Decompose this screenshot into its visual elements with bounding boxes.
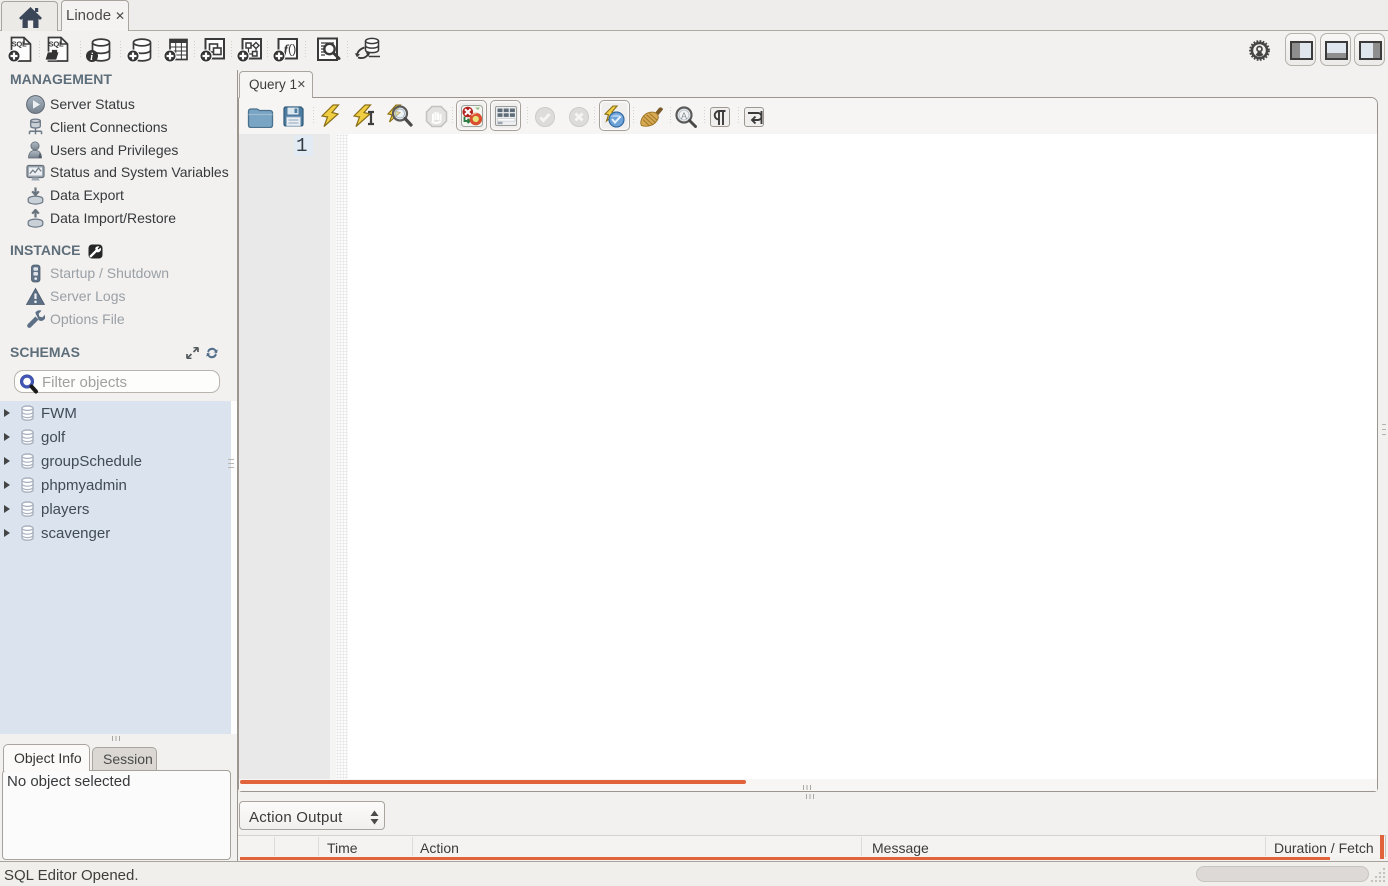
svg-text:A: A bbox=[681, 111, 687, 121]
svg-text:i: i bbox=[90, 52, 93, 63]
svg-text:(): () bbox=[288, 43, 296, 57]
svg-text:SQL: SQL bbox=[49, 40, 64, 49]
svg-text:SQL: SQL bbox=[12, 40, 27, 49]
